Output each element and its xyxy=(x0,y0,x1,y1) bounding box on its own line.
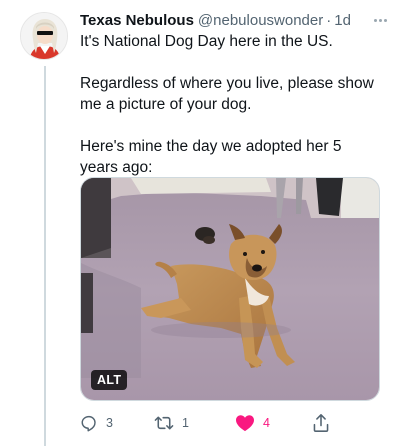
tweet-paragraph: It's National Dog Day here in the US. xyxy=(80,33,333,50)
author-handle[interactable]: @nebulouswonder xyxy=(198,12,323,29)
tweet[interactable]: Texas Nebulous @nebulouswonder · 1d It's… xyxy=(80,10,387,432)
retweet-icon xyxy=(154,416,174,430)
tweet-paragraph: Here's mine the day we adopted her 5 yea… xyxy=(80,138,342,176)
tweet-actions: 3 1 4 xyxy=(80,412,380,434)
author-name[interactable]: Texas Nebulous xyxy=(80,12,194,29)
avatar-image xyxy=(21,13,67,59)
tweet-header: Texas Nebulous @nebulouswonder · 1d xyxy=(80,10,380,30)
tweet-photo[interactable]: ALT xyxy=(80,177,380,401)
like-count: 4 xyxy=(263,416,270,430)
like-button[interactable]: 4 xyxy=(235,414,270,432)
dog-photo xyxy=(81,178,379,400)
tweet-text: It's National Dog Day here in the US. Re… xyxy=(80,31,380,178)
share-button[interactable] xyxy=(312,413,330,433)
separator-dot: · xyxy=(326,11,332,29)
heart-filled-icon xyxy=(236,415,254,432)
alt-text-badge[interactable]: ALT xyxy=(91,370,128,390)
reply-icon xyxy=(81,415,96,432)
thread-line xyxy=(44,66,46,446)
reply-button[interactable]: 3 xyxy=(80,414,113,432)
reply-count: 3 xyxy=(106,416,113,430)
tweet-paragraph: Regardless of where you live, please sho… xyxy=(80,75,374,113)
retweet-count: 1 xyxy=(182,416,189,430)
tweet-timestamp[interactable]: 1d xyxy=(334,12,351,29)
share-icon xyxy=(313,414,329,432)
avatar[interactable] xyxy=(20,12,68,60)
retweet-button[interactable]: 1 xyxy=(154,414,189,432)
more-horizontal-icon[interactable] xyxy=(368,12,392,28)
